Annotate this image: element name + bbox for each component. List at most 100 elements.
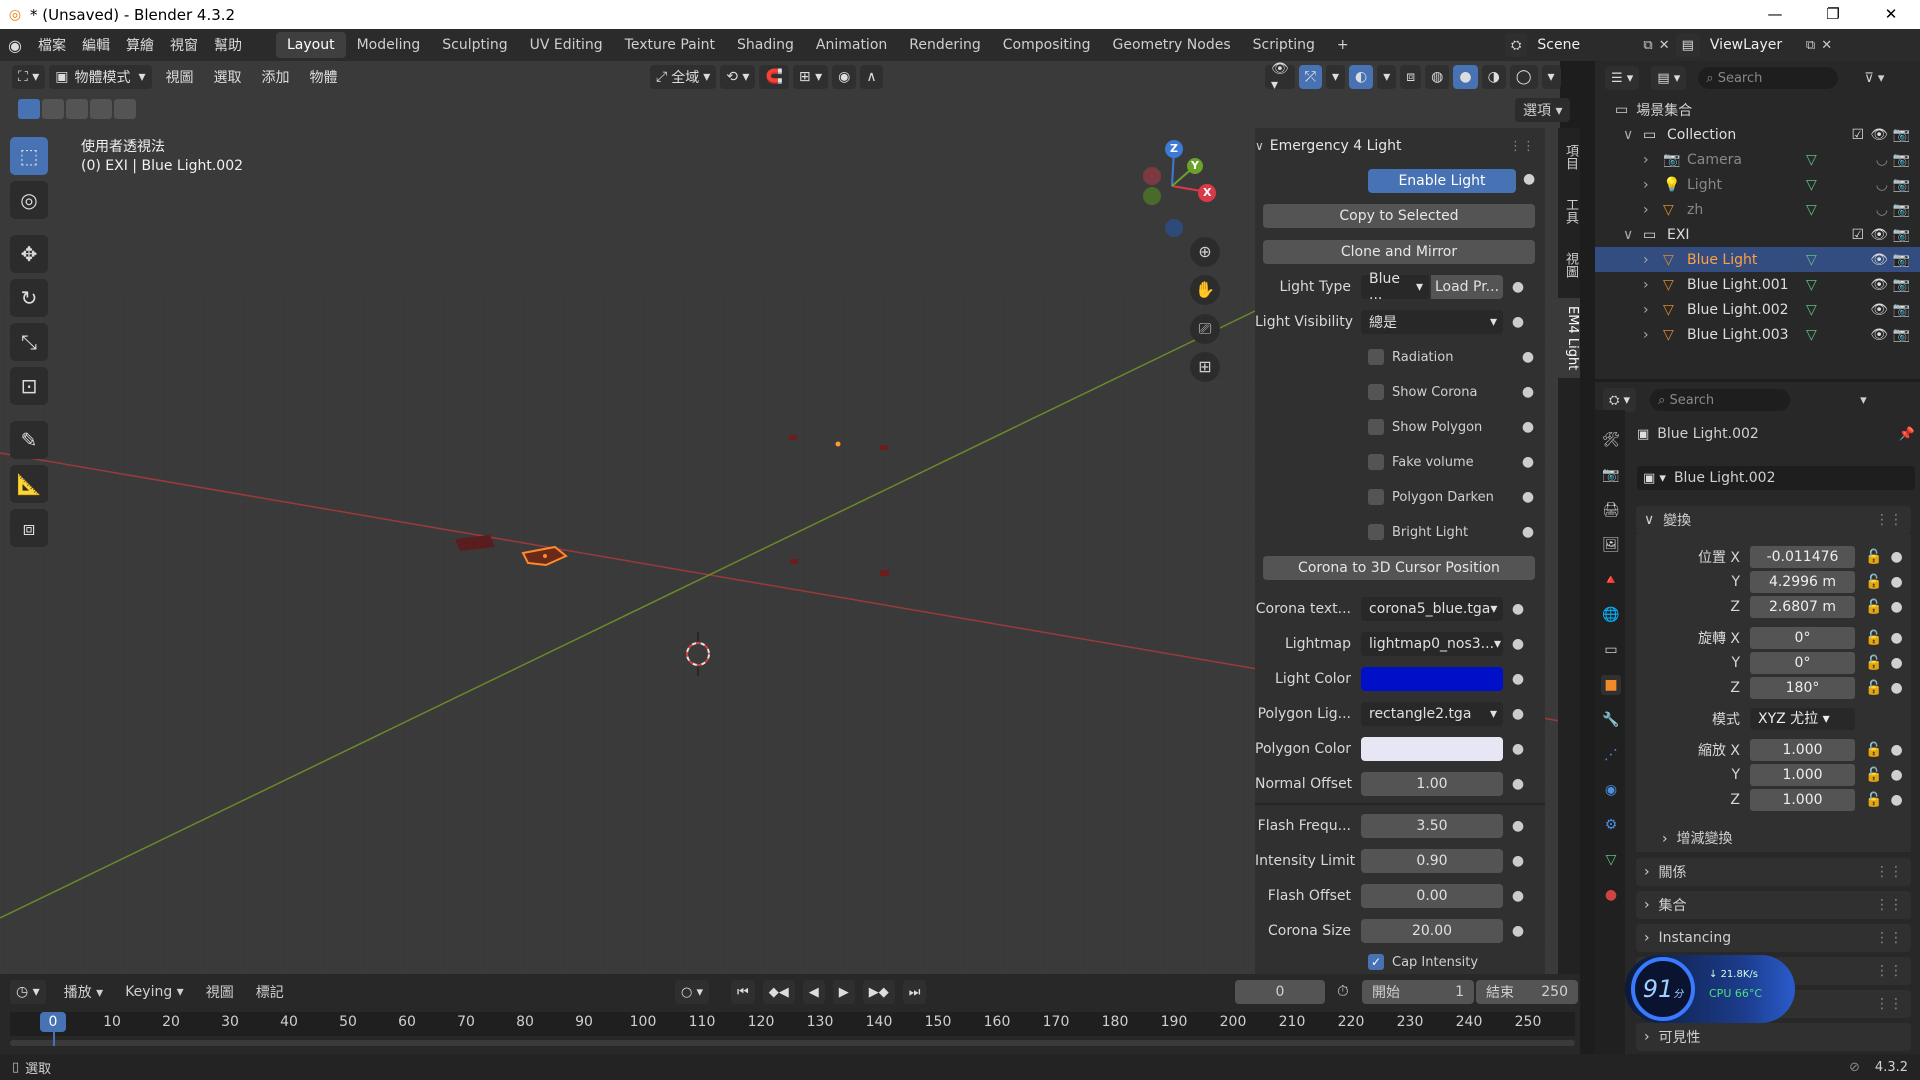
render-camera-icon[interactable]: 📷 bbox=[1893, 177, 1910, 193]
tab-em4-light[interactable]: EM4 Light bbox=[1558, 298, 1580, 379]
rotation-z-lock-icon[interactable]: 🔓 bbox=[1865, 680, 1882, 696]
output-properties-icon[interactable]: 🖨 bbox=[1601, 500, 1621, 520]
radiation-keyframe-dot[interactable]: ● bbox=[1521, 349, 1535, 365]
current-frame-field[interactable]: 0 bbox=[1235, 980, 1325, 1004]
outliner-display-mode-icon[interactable]: ▤ ▾ bbox=[1651, 66, 1687, 90]
outliner-item[interactable]: › ▽ Blue Light.002 ▽ 👁 📷 bbox=[1595, 297, 1920, 322]
panel-collapse-icon[interactable]: ∨ bbox=[1255, 139, 1264, 153]
flash-frequency-field[interactable]: 3.50 bbox=[1361, 814, 1503, 838]
menu-view[interactable]: 視圖 bbox=[156, 67, 204, 87]
rotation-x-field[interactable]: 0° bbox=[1750, 627, 1855, 649]
corona-to-cursor-button[interactable]: Corona to 3D Cursor Position bbox=[1263, 556, 1535, 580]
end-frame-field[interactable]: 結束 250 bbox=[1476, 980, 1578, 1004]
clone-and-mirror-button[interactable]: Clone and Mirror bbox=[1263, 240, 1535, 264]
editor-type-icon[interactable]: ⛶ ▾ bbox=[12, 65, 46, 89]
include-checkbox-icon[interactable]: ☑ bbox=[1851, 227, 1864, 243]
falloff-icon[interactable]: ∧ bbox=[860, 65, 883, 89]
material-shading-icon[interactable]: ◑ bbox=[1481, 65, 1506, 89]
properties-editor-type-icon[interactable]: ⛭ ▾ bbox=[1603, 388, 1637, 412]
modifier-properties-icon[interactable]: 🔧 bbox=[1601, 710, 1621, 730]
show-polygon-checkbox-row[interactable]: Show Polygon ● bbox=[1255, 413, 1545, 441]
show-polygon-checkbox[interactable] bbox=[1368, 419, 1384, 435]
corona-size-field[interactable]: 20.00 bbox=[1361, 919, 1503, 943]
rotate-tool-icon[interactable]: ↻ bbox=[10, 279, 48, 317]
pivot-icon[interactable]: ⟲ ▾ bbox=[720, 65, 756, 89]
visibility-eye-icon[interactable]: 👁 bbox=[1870, 127, 1888, 143]
snap-target-icon[interactable]: ⊞ ▾ bbox=[792, 65, 829, 89]
view-layer-properties-icon[interactable]: 🖼 bbox=[1601, 535, 1621, 555]
system-monitor-widget[interactable]: 91分 ↓ 21.8K/s CPU 66°C bbox=[1625, 955, 1795, 1023]
blender-menu-icon[interactable]: ◉ bbox=[0, 36, 30, 55]
visibility-eye-icon[interactable]: ◡ bbox=[1876, 177, 1888, 193]
cap-intensity-checkbox-row[interactable]: ✓ Cap Intensity bbox=[1255, 952, 1545, 972]
light-type-keyframe-dot[interactable]: ● bbox=[1511, 279, 1525, 295]
timeline-scrollbar[interactable] bbox=[10, 1040, 1575, 1046]
render-camera-icon[interactable]: 📷 bbox=[1893, 227, 1910, 243]
tab-animation[interactable]: Animation bbox=[805, 32, 898, 58]
add-cube-tool-icon[interactable]: ⧈ bbox=[10, 509, 48, 547]
menu-help[interactable]: 幫助 bbox=[206, 35, 250, 55]
cap-intensity-checkbox[interactable]: ✓ bbox=[1368, 954, 1384, 970]
expand-arrow-icon[interactable]: › bbox=[1643, 202, 1657, 218]
tab-view[interactable]: 視圖 bbox=[1558, 244, 1580, 286]
expand-arrow-icon[interactable]: › bbox=[1643, 327, 1657, 343]
tab-sculpting[interactable]: Sculpting bbox=[431, 32, 518, 58]
visibility-eye-icon[interactable]: 👁 bbox=[1870, 252, 1888, 268]
gizmo-toggle-icon[interactable]: ⤱ bbox=[1298, 65, 1322, 89]
select-box-tool-icon[interactable]: ⬚ bbox=[10, 137, 48, 175]
visibility-eye-icon[interactable]: 👁 bbox=[1870, 302, 1888, 318]
polygon-darken-checkbox[interactable] bbox=[1368, 489, 1384, 505]
next-keyframe-icon[interactable]: ▶◆ bbox=[862, 980, 895, 1004]
rotation-mode-dropdown[interactable]: XYZ 尤拉 ▾ bbox=[1750, 708, 1855, 730]
perspective-toggle-icon[interactable]: ⊞ bbox=[1190, 352, 1220, 382]
shading-dropdown-icon[interactable]: ▾ bbox=[1541, 65, 1561, 89]
delete-viewlayer-icon[interactable]: ✕ bbox=[1821, 38, 1832, 53]
copy-to-selected-button[interactable]: Copy to Selected bbox=[1263, 204, 1535, 228]
playhead[interactable]: 0 bbox=[40, 1012, 66, 1032]
measure-tool-icon[interactable]: 📐 bbox=[10, 465, 48, 503]
menu-file[interactable]: 檔案 bbox=[30, 35, 74, 55]
outliner-item[interactable]: ∨ ▭ EXI ☑ 👁 📷 bbox=[1595, 222, 1920, 247]
gizmo-dropdown-icon[interactable]: ▾ bbox=[1325, 65, 1346, 89]
scale-z-lock-icon[interactable]: 🔓 bbox=[1865, 792, 1882, 808]
menu-add[interactable]: 添加 bbox=[252, 67, 300, 87]
scale-y-lock-icon[interactable]: 🔓 bbox=[1865, 767, 1882, 783]
pan-hand-icon[interactable]: ✋ bbox=[1190, 275, 1220, 305]
menu-render[interactable]: 算繪 bbox=[118, 35, 162, 55]
expand-arrow-icon[interactable]: › bbox=[1643, 277, 1657, 293]
load-preset-button[interactable]: Load Pr... bbox=[1431, 275, 1503, 299]
light-color-swatch[interactable] bbox=[1361, 667, 1503, 691]
object-name-field[interactable]: Blue Light.002 bbox=[1674, 470, 1776, 486]
tab-geometry-nodes[interactable]: Geometry Nodes bbox=[1102, 32, 1242, 58]
physics-properties-icon[interactable]: ◉ bbox=[1601, 780, 1621, 800]
location-z-field[interactable]: 2.6807 m bbox=[1750, 596, 1855, 618]
outliner-item[interactable]: › ▽ zh ▽ ◡ 📷 bbox=[1595, 197, 1920, 222]
rendered-shading-icon[interactable]: ◯ bbox=[1509, 65, 1538, 89]
play-reverse-icon[interactable]: ◀ bbox=[802, 980, 825, 1004]
select-new-icon[interactable] bbox=[18, 99, 40, 119]
scale-tool-icon[interactable]: ⤡ bbox=[10, 323, 48, 361]
close-button[interactable]: ✕ bbox=[1862, 0, 1920, 29]
tab-layout[interactable]: Layout bbox=[275, 32, 346, 58]
object-mode-dropdown[interactable]: ▣ 物體模式 ▾ bbox=[49, 65, 152, 89]
enable-light-button[interactable]: Enable Light bbox=[1368, 169, 1516, 193]
xray-icon[interactable]: ⧈ bbox=[1400, 65, 1422, 89]
visibility-section-header[interactable]: › 可見性 bbox=[1636, 1023, 1911, 1051]
bright-light-checkbox-row[interactable]: Bright Light ● bbox=[1255, 518, 1545, 546]
scale-y-keyframe-dot[interactable]: ● bbox=[1890, 767, 1902, 783]
location-y-keyframe-dot[interactable]: ● bbox=[1890, 574, 1902, 590]
overlay-dropdown-icon[interactable]: ▾ bbox=[1377, 65, 1397, 89]
lightmap-dropdown[interactable]: lightmap0_nos3... ▾ bbox=[1361, 632, 1503, 656]
location-z-keyframe-dot[interactable]: ● bbox=[1890, 599, 1902, 615]
outliner-editor-type-icon[interactable]: ☰ ▾ bbox=[1605, 66, 1640, 90]
tab-tool[interactable]: 工具 bbox=[1558, 190, 1580, 232]
prev-keyframe-icon[interactable]: ◆◀ bbox=[762, 980, 795, 1004]
menu-keying[interactable]: Keying ▾ bbox=[117, 984, 192, 1000]
expand-arrow-icon[interactable]: › bbox=[1643, 252, 1657, 268]
rotation-x-keyframe-dot[interactable]: ● bbox=[1890, 630, 1902, 646]
outliner-item[interactable]: › 💡 Light ▽ ◡ 📷 bbox=[1595, 172, 1920, 197]
light-type-dropdown[interactable]: Blue ... ▾ bbox=[1361, 271, 1429, 303]
render-camera-icon[interactable]: 📷 bbox=[1893, 302, 1910, 318]
light-visibility-keyframe-dot[interactable]: ● bbox=[1511, 314, 1525, 330]
rotation-y-lock-icon[interactable]: 🔓 bbox=[1865, 655, 1882, 671]
